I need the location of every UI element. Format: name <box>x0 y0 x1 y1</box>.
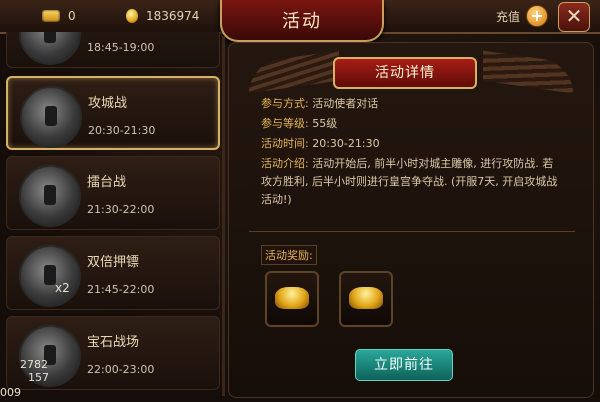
method-label: 参与方式: <box>261 97 309 110</box>
close-icon[interactable]: ✕ <box>558 2 590 32</box>
activity-item-escort[interactable]: x2 双倍押镖 21:45-22:00 <box>6 236 220 310</box>
arena-emblem-icon <box>19 165 81 227</box>
counter-line-1: 2782 <box>20 358 48 371</box>
activity-time: 20:30-21:30 <box>88 124 156 137</box>
time-row: 活动时间: 20:30-21:30 <box>261 135 380 153</box>
recharge-plus-icon[interactable]: + <box>526 5 548 27</box>
activity-window: 0 1836974 充值 + ✕ 活动 18:45-19:00 攻城战 20:3… <box>0 0 600 402</box>
level-value: 55级 <box>312 117 338 130</box>
activity-emblem-icon <box>19 32 81 65</box>
level-row: 参与等级: 55级 <box>261 115 337 133</box>
intro-row: 活动介绍: 活动开始后, 前半小时对城主雕像, 进行攻防战. 若攻方胜利, 后半… <box>261 155 561 209</box>
go-now-button[interactable]: 立即前往 <box>355 349 453 381</box>
activity-detail-panel: 活动详情 参与方式: 活动使者对话 参与等级: 55级 活动时间: 20:30-… <box>228 42 594 398</box>
gold-ingot-icon <box>349 287 383 309</box>
activity-time: 18:45-19:00 <box>87 41 155 54</box>
recharge-label: 充值 <box>496 10 521 24</box>
activity-name: 宝石战场 <box>87 335 140 350</box>
side-counter: 2782 157 <box>20 358 49 384</box>
activity-list[interactable]: 18:45-19:00 攻城战 20:30-21:30 擂台战 21:30-22… <box>6 32 222 402</box>
horse-emblem-icon <box>19 245 81 307</box>
activity-item[interactable]: 18:45-19:00 <box>6 32 220 68</box>
activity-item-siege[interactable]: 攻城战 20:30-21:30 <box>6 76 220 150</box>
reward-slot[interactable] <box>339 271 393 327</box>
activity-item-arena[interactable]: 擂台战 21:30-22:00 <box>6 156 220 230</box>
method-value: 活动使者对话 <box>312 97 379 110</box>
counter-line-3: 009 <box>0 386 21 399</box>
time-value: 20:30-21:30 <box>312 137 380 150</box>
gold-resource: 1836974 <box>126 8 199 24</box>
gold-count: 1836974 <box>146 9 200 23</box>
ingot-icon <box>42 10 60 22</box>
reward-slot[interactable] <box>265 271 319 327</box>
counter-line-2: 157 <box>28 371 49 384</box>
wing-ornament-left <box>249 50 339 94</box>
intro-label: 活动介绍: <box>261 157 309 170</box>
ingot-resource: 0 <box>42 8 76 24</box>
reward-label: 活动奖励: <box>261 245 317 265</box>
activity-name: 双倍押镖 <box>87 255 140 270</box>
divider <box>249 231 575 232</box>
activity-time: 21:30-22:00 <box>87 203 155 216</box>
ingot-count: 0 <box>68 9 76 23</box>
list-scrollbar[interactable] <box>222 36 225 396</box>
wing-ornament-right <box>483 50 573 94</box>
activity-name: 攻城战 <box>88 96 128 111</box>
time-label: 活动时间: <box>261 137 309 150</box>
level-label: 参与等级: <box>261 117 309 130</box>
siege-emblem-icon <box>20 86 82 148</box>
gold-coin-icon <box>126 9 138 23</box>
gold-ingot-icon <box>275 287 309 309</box>
page-title: 活动 <box>220 0 384 42</box>
activity-time: 22:00-23:00 <box>87 363 155 376</box>
activity-name: 擂台战 <box>87 175 127 190</box>
method-row: 参与方式: 活动使者对话 <box>261 95 378 113</box>
detail-title: 活动详情 <box>333 57 477 89</box>
double-badge: x2 <box>55 281 70 295</box>
activity-time: 21:45-22:00 <box>87 283 155 296</box>
